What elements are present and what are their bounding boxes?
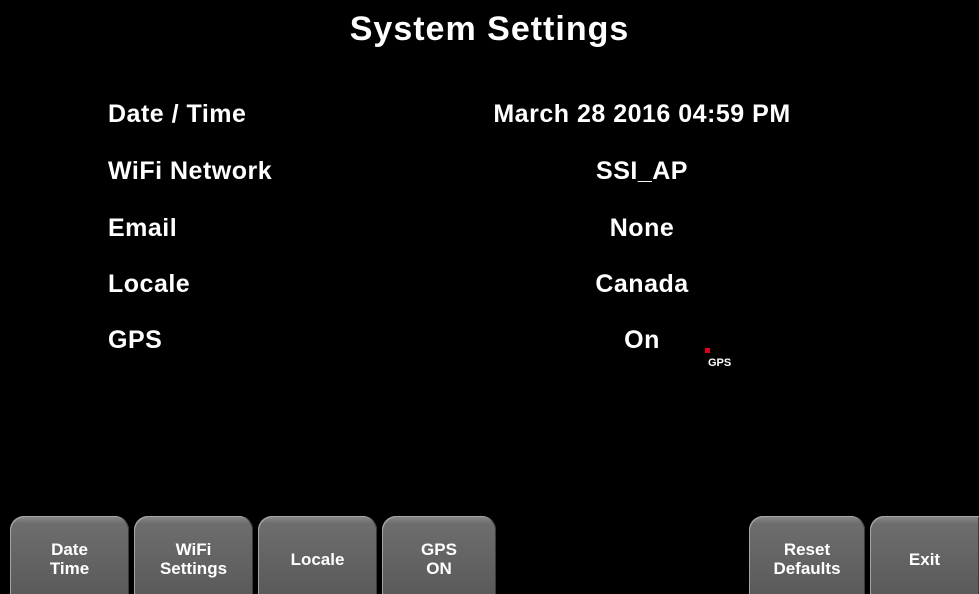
setting-row-wifi-network: WiFi Network SSI_AP xyxy=(0,157,979,197)
reset-defaults-button[interactable]: Reset Defaults xyxy=(749,516,865,594)
setting-value-gps: On xyxy=(624,326,660,354)
setting-label-gps: GPS xyxy=(108,326,163,354)
date-time-button-label: Date Time xyxy=(49,540,90,578)
setting-row-email: Email None xyxy=(0,214,979,254)
wifi-settings-button-label: WiFi Settings xyxy=(159,540,228,578)
setting-value-wifi-network: SSI_AP xyxy=(596,157,688,185)
locale-button[interactable]: Locale xyxy=(258,516,377,594)
page-title: System Settings xyxy=(349,10,630,48)
setting-label-email: Email xyxy=(108,214,178,242)
exit-button[interactable]: Exit xyxy=(870,516,979,594)
setting-label-wifi-network: WiFi Network xyxy=(108,157,273,185)
setting-value-date-time: March 28 2016 04:59 PM xyxy=(493,100,791,128)
reset-defaults-button-label: Reset Defaults xyxy=(773,540,841,578)
setting-row-date-time: Date / Time March 28 2016 04:59 PM xyxy=(0,100,979,140)
gps-on-button[interactable]: GPS ON xyxy=(382,516,496,594)
system-settings-screen: System Settings Date / Time March 28 201… xyxy=(0,0,979,594)
setting-value-locale: Canada xyxy=(595,270,689,298)
gps-on-button-label: GPS ON xyxy=(421,540,457,578)
setting-row-gps: GPS On xyxy=(0,326,979,366)
wifi-settings-button[interactable]: WiFi Settings xyxy=(134,516,253,594)
exit-button-label: Exit xyxy=(908,549,941,569)
date-time-button[interactable]: Date Time xyxy=(10,516,129,594)
setting-label-date-time: Date / Time xyxy=(108,100,247,128)
setting-label-locale: Locale xyxy=(108,270,191,298)
setting-value-email: None xyxy=(609,214,675,242)
gps-status-dot-icon xyxy=(705,348,710,353)
gps-status-indicator: GPS xyxy=(705,348,745,369)
setting-row-locale: Locale Canada xyxy=(0,270,979,310)
gps-status-text: GPS xyxy=(708,357,732,369)
locale-button-label: Locale xyxy=(290,549,345,569)
